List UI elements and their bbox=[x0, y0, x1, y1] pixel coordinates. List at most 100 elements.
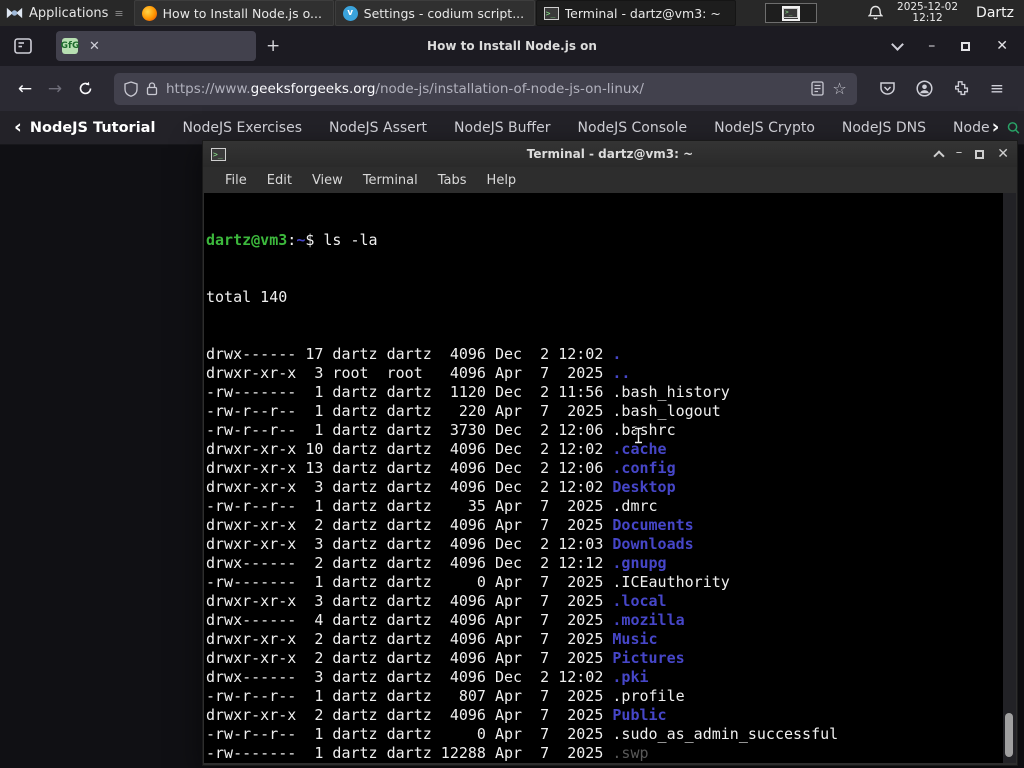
terminal-titlebar[interactable]: >_ Terminal - dartz@vm3: ~ – ✕ bbox=[203, 141, 1017, 167]
vscodium-icon: v bbox=[342, 5, 358, 21]
list-all-tabs-icon[interactable] bbox=[891, 37, 905, 51]
pager-active-window: >_ bbox=[781, 5, 800, 21]
terminal-output-row: drwxr-xr-x 13 dartz dartz 4096 Dec 2 12:… bbox=[206, 459, 1005, 478]
terminal-output-row: -rw-r--r-- 1 dartz dartz 807 Apr 7 2025 … bbox=[206, 687, 1005, 706]
url-text[interactable]: https://www.geeksforgeeks.org/node-js/in… bbox=[166, 81, 803, 97]
panel-handle-icon: ≡ bbox=[114, 6, 124, 20]
listing-details: drwx------ 2 dartz dartz 4096 Dec 2 12:1… bbox=[206, 554, 613, 572]
listing-details: drwxr-xr-x 3 dartz dartz 4096 Dec 2 12:0… bbox=[206, 535, 613, 553]
browser-tab-bar: GfG How to Install Node.js on ✕ + – ✕ bbox=[0, 26, 1024, 66]
new-tab-button[interactable]: + bbox=[256, 34, 290, 58]
site-nav-link[interactable]: NodeJS Tutorial bbox=[30, 120, 156, 136]
terminal-output-row: drwxr-xr-x 2 dartz dartz 4096 Apr 7 2025… bbox=[206, 630, 1005, 649]
lock-icon[interactable] bbox=[146, 81, 158, 96]
terminal-output-row: -rw------- 1 dartz dartz 0 Apr 7 2025 .I… bbox=[206, 573, 1005, 592]
site-nav-link[interactable]: NodeJS Exercises bbox=[182, 120, 302, 136]
terminal-maximize-button[interactable] bbox=[975, 149, 985, 159]
terminal-prompt-line: dartz@vm3:~$ ls -la bbox=[206, 231, 1005, 250]
back-button[interactable]: ← bbox=[10, 74, 40, 104]
account-icon[interactable] bbox=[916, 80, 933, 97]
terminal-menu-item[interactable]: Tabs bbox=[428, 170, 477, 191]
listing-filename: .gnupg bbox=[612, 554, 667, 572]
listing-filename: .pki bbox=[612, 668, 649, 686]
terminal-close-button[interactable]: ✕ bbox=[997, 146, 1009, 162]
terminal-menu-item[interactable]: File bbox=[215, 170, 257, 191]
terminal-output-row: drwxr-xr-x 3 dartz dartz 4096 Apr 7 2025… bbox=[206, 592, 1005, 611]
terminal-scrollbar[interactable] bbox=[1003, 193, 1016, 763]
terminal-output-row: -rw------- 1 dartz dartz 12288 Apr 7 202… bbox=[206, 744, 1005, 763]
panel-username[interactable]: Dartz bbox=[972, 5, 1014, 21]
search-icon[interactable] bbox=[1007, 119, 1020, 137]
terminal-output-row: drwxr-xr-x 3 dartz dartz 4096 Dec 2 12:0… bbox=[206, 535, 1005, 554]
site-nav-link[interactable]: NodeJS Buffer bbox=[454, 120, 551, 136]
browser-toolbar: ← → https://www.geeksforgeeks.org/node-j… bbox=[0, 66, 1024, 111]
taskbar-window-button[interactable]: v Settings - codium script... bbox=[334, 0, 535, 26]
listing-filename: . bbox=[612, 345, 622, 363]
terminal-menu-item[interactable]: Edit bbox=[257, 170, 302, 191]
notification-bell-icon[interactable] bbox=[868, 5, 884, 21]
applications-menu[interactable]: Applications ≡ bbox=[0, 0, 134, 26]
bookmark-star-icon[interactable]: ☆ bbox=[832, 79, 846, 98]
firefox-icon bbox=[141, 5, 157, 21]
listing-details: drwxr-xr-x 10 dartz dartz 4096 Dec 2 12:… bbox=[206, 440, 613, 458]
listing-filename: .mozilla bbox=[612, 611, 685, 629]
reader-view-icon[interactable] bbox=[811, 81, 825, 96]
forward-button[interactable]: → bbox=[40, 74, 70, 104]
listing-details: -rw-r--r-- 1 dartz dartz 3730 Dec 2 12:0… bbox=[206, 421, 613, 439]
nav-scroll-right-icon[interactable]: › bbox=[992, 118, 1000, 137]
terminal-menu-item[interactable]: View bbox=[302, 170, 353, 191]
listing-details: -rw------- 1 dartz dartz 12288 Apr 7 202… bbox=[206, 744, 613, 762]
terminal-output-row: -rw-r--r-- 1 dartz dartz 0 Apr 7 2025 .s… bbox=[206, 725, 1005, 744]
taskbar-window-label: Settings - codium script... bbox=[363, 5, 525, 21]
listing-filename: .ICEauthority bbox=[612, 573, 730, 591]
site-nav-link[interactable]: NodeJS DNS bbox=[842, 120, 926, 136]
top-panel: Applications ≡ How to Install Node.js o.… bbox=[0, 0, 1024, 26]
pocket-icon[interactable] bbox=[879, 81, 896, 97]
terminal-screen[interactable]: dartz@vm3:~$ ls -la total 140 drwx------… bbox=[204, 193, 1005, 763]
url-bar[interactable]: https://www.geeksforgeeks.org/node-js/in… bbox=[114, 72, 857, 105]
taskbar-window-label: How to Install Node.js o... bbox=[162, 5, 322, 21]
listing-details: -rw------- 1 dartz dartz 0 Apr 7 2025 bbox=[206, 573, 613, 591]
url-prefix: https://www. bbox=[166, 80, 251, 97]
listing-details: drwx------ 4 dartz dartz 4096 Apr 7 2025 bbox=[206, 611, 613, 629]
terminal-title: Terminal - dartz@vm3: ~ bbox=[526, 147, 694, 161]
listing-details: drwxr-xr-x 2 dartz dartz 4096 Apr 7 2025 bbox=[206, 649, 613, 667]
terminal-scrollbar-thumb[interactable] bbox=[1005, 713, 1013, 757]
terminal-output-row: drwx------ 4 dartz dartz 4096 Apr 7 2025… bbox=[206, 611, 1005, 630]
browser-minimize-button[interactable]: – bbox=[928, 38, 935, 54]
listing-details: drwx------ 3 dartz dartz 4096 Dec 2 12:0… bbox=[206, 668, 613, 686]
reload-button[interactable] bbox=[70, 74, 100, 104]
browser-close-button[interactable]: ✕ bbox=[996, 38, 1008, 54]
workspace-pager[interactable]: >_ bbox=[764, 3, 817, 23]
terminal-menu-item[interactable]: Help bbox=[477, 170, 527, 191]
terminal-shade-button[interactable] bbox=[933, 150, 945, 162]
listing-filename: Music bbox=[612, 630, 658, 648]
listing-filename: Downloads bbox=[612, 535, 694, 553]
listing-details: drwxr-xr-x 2 dartz dartz 4096 Apr 7 2025 bbox=[206, 516, 613, 534]
taskbar-window-button[interactable]: How to Install Node.js o... bbox=[133, 0, 334, 26]
terminal-minimize-button[interactable]: – bbox=[956, 145, 963, 160]
firefox-view-icon[interactable] bbox=[10, 33, 36, 59]
listing-filename: Documents bbox=[612, 516, 694, 534]
extensions-icon[interactable] bbox=[953, 80, 970, 97]
panel-clock[interactable]: 2025-12-02 12:12 bbox=[897, 2, 958, 24]
tab-close-icon[interactable]: ✕ bbox=[85, 38, 104, 55]
terminal-output-row: drwxr-xr-x 3 root root 4096 Apr 7 2025 .… bbox=[206, 364, 1005, 383]
site-nav-link[interactable]: Node bbox=[953, 120, 990, 136]
url-domain: geeksforgeeks.org bbox=[250, 80, 376, 97]
listing-filename: .bashrc bbox=[612, 421, 676, 439]
listing-details: drwxr-xr-x 13 dartz dartz 4096 Dec 2 12:… bbox=[206, 459, 613, 477]
site-nav-link[interactable]: NodeJS Crypto bbox=[714, 120, 815, 136]
browser-tab[interactable]: GfG How to Install Node.js on ✕ bbox=[56, 31, 597, 61]
site-nav-link[interactable]: NodeJS Console bbox=[578, 120, 688, 136]
site-nav-link[interactable]: NodeJS Assert bbox=[329, 120, 427, 136]
terminal-menu-item[interactable]: Terminal bbox=[353, 170, 428, 191]
shield-icon[interactable] bbox=[124, 80, 138, 97]
browser-maximize-button[interactable] bbox=[961, 41, 971, 51]
taskbar-window-button[interactable]: >_ Terminal - dartz@vm3: ~ bbox=[535, 0, 736, 26]
menu-icon[interactable]: ≡ bbox=[990, 79, 1004, 99]
taskbar-window-label: Terminal - dartz@vm3: ~ bbox=[564, 5, 721, 21]
listing-filename: Desktop bbox=[612, 478, 676, 496]
nav-scroll-left-icon[interactable]: ‹ bbox=[14, 118, 22, 137]
listing-details: -rw------- 1 dartz dartz 1120 Dec 2 11:5… bbox=[206, 383, 613, 401]
